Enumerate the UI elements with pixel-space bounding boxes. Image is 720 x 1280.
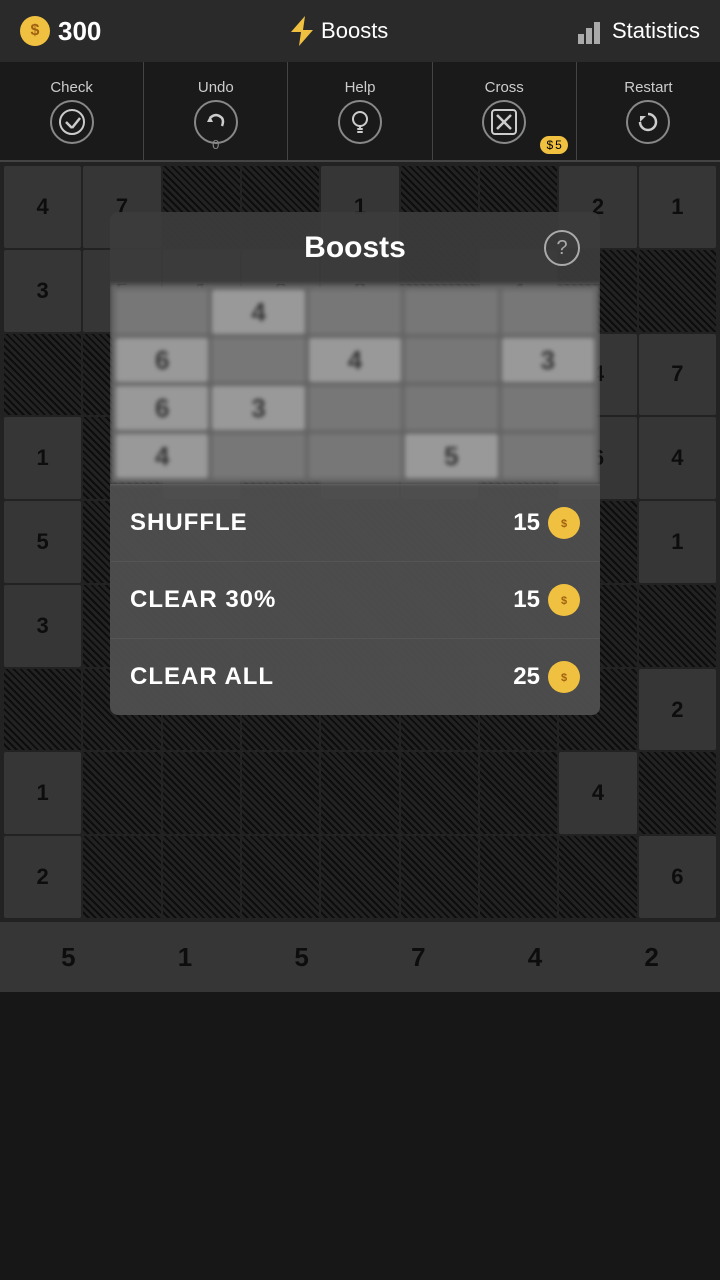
boost-buttons-container: SHUFFLE 15$ CLEAR 30% 15$ CLEAR ALL 25$	[110, 484, 600, 715]
status-bar: $ 300 Boosts Statistics	[0, 0, 720, 62]
check-button[interactable]: Check	[0, 62, 144, 160]
check-icon	[50, 100, 94, 144]
preview-cell-12	[309, 386, 401, 430]
preview-grid: 46436345	[110, 284, 600, 484]
boost-btn-0[interactable]: SHUFFLE 15$	[110, 484, 600, 561]
modal-help-button[interactable]: ?	[544, 230, 580, 266]
preview-cell-14	[502, 386, 594, 430]
cross-cost-badge: $ 5	[540, 136, 567, 154]
boost-btn-cost-0: 15$	[513, 507, 580, 539]
boost-btn-label-1: CLEAR 30%	[130, 586, 276, 614]
modal-header: Boosts ?	[110, 212, 600, 284]
svg-text:$: $	[561, 518, 567, 530]
boosts-section[interactable]: Boosts	[291, 16, 388, 46]
help-button[interactable]: Help	[288, 62, 432, 160]
bolt-icon	[291, 16, 313, 46]
toolbar: Check Undo 0 Help	[0, 62, 720, 162]
preview-cell-6	[212, 338, 304, 382]
preview-cell-19	[502, 434, 594, 478]
preview-cell-1: 4	[212, 290, 304, 334]
boost-btn-cost-2: 25$	[513, 661, 580, 693]
preview-cell-4	[502, 290, 594, 334]
cross-button[interactable]: Cross $ 5	[433, 62, 577, 160]
preview-cell-3	[405, 290, 497, 334]
preview-cell-18: 5	[405, 434, 497, 478]
restart-button[interactable]: Restart	[577, 62, 720, 160]
statistics-section[interactable]: Statistics	[578, 18, 700, 44]
statistics-label: Statistics	[612, 18, 700, 44]
boost-cost-coin-0: $	[548, 507, 580, 539]
preview-cell-7: 4	[309, 338, 401, 382]
boost-btn-1[interactable]: CLEAR 30% 15$	[110, 561, 600, 638]
undo-button[interactable]: Undo 0	[144, 62, 288, 160]
statistics-icon	[578, 18, 604, 44]
boosts-modal: Boosts ? 46436345 SHUFFLE15$CLEAR 30%15$…	[110, 212, 600, 715]
boost-btn-cost-1: 15$	[513, 584, 580, 616]
boost-btn-label-0: SHUFFLE	[130, 509, 248, 537]
score-section: $ 300	[20, 16, 101, 47]
svg-text:$: $	[561, 672, 567, 684]
preview-cell-17	[309, 434, 401, 478]
preview-cell-15: 4	[116, 434, 208, 478]
preview-cell-13	[405, 386, 497, 430]
preview-cell-9: 3	[502, 338, 594, 382]
preview-cell-5: 6	[116, 338, 208, 382]
coin-icon: $	[20, 16, 50, 46]
boost-cost-coin-2: $	[548, 661, 580, 693]
undo-count: 0	[212, 137, 219, 152]
lightbulb-icon	[338, 100, 382, 144]
boost-btn-2[interactable]: CLEAR ALL 25$	[110, 638, 600, 715]
boost-cost-coin-1: $	[548, 584, 580, 616]
cross-icon	[482, 100, 526, 144]
boosts-label: Boosts	[321, 18, 388, 44]
svg-text:$: $	[561, 595, 567, 607]
score-value: 300	[58, 16, 101, 47]
preview-cell-0	[116, 290, 208, 334]
preview-cell-11: 3	[212, 386, 304, 430]
modal-title: Boosts	[166, 231, 544, 265]
preview-cell-2	[309, 290, 401, 334]
preview-cell-8	[405, 338, 497, 382]
restart-icon	[626, 100, 670, 144]
preview-cell-10: 6	[116, 386, 208, 430]
game-area: 471213516845424711516451321426 515742 Bo…	[0, 162, 720, 1280]
preview-cell-16	[212, 434, 304, 478]
modal-preview: 46436345	[110, 284, 600, 484]
boost-btn-label-2: CLEAR ALL	[130, 663, 274, 691]
